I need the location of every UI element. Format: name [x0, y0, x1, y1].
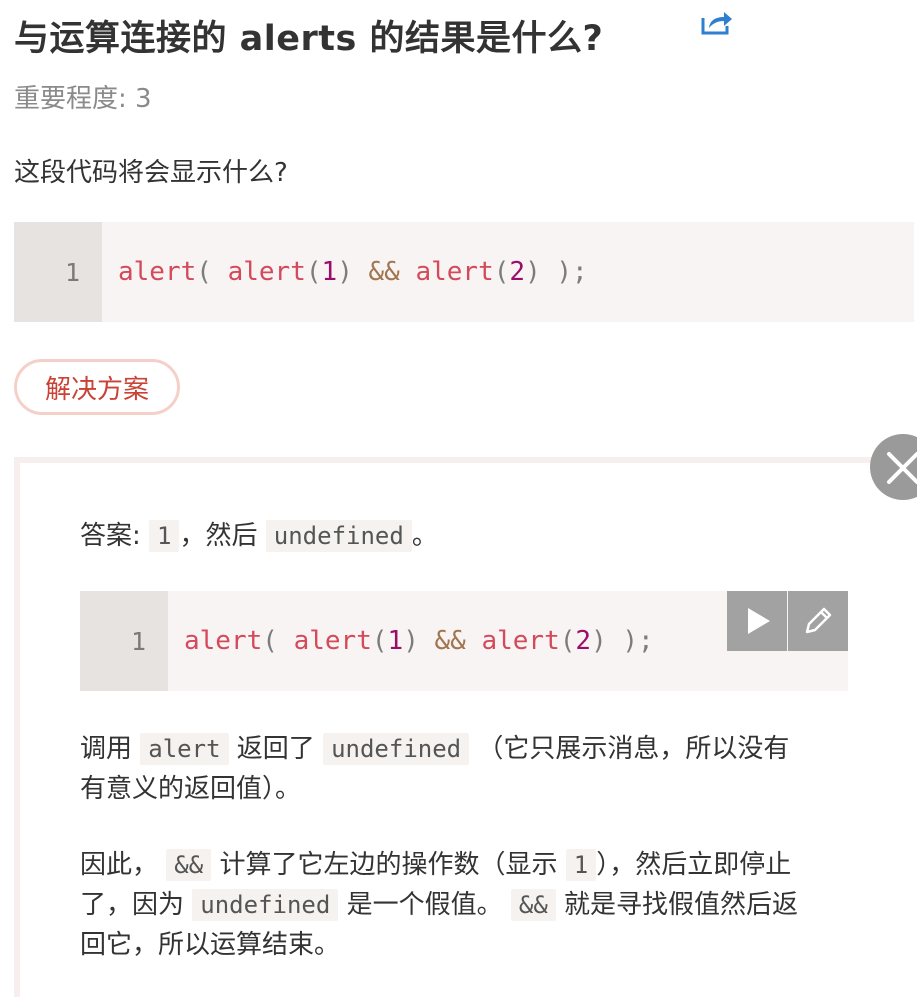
- code-token: alert: [118, 257, 197, 287]
- text-span: 因此，: [80, 850, 159, 880]
- code-token: (: [371, 626, 388, 656]
- task-question: 这段代码将会显示什么?: [14, 158, 288, 188]
- code-token: alert: [481, 626, 560, 656]
- code-token: (: [559, 626, 576, 656]
- code-token: 1: [321, 257, 338, 287]
- solution-button[interactable]: 解决方案: [14, 359, 180, 415]
- task-code-block: 1 alert( alert(1) && alert(2) );: [14, 222, 914, 322]
- code-token: alert: [184, 626, 263, 656]
- inline-code: &&: [166, 849, 212, 881]
- code-token: (: [305, 257, 322, 287]
- inline-code: undefined: [192, 889, 339, 921]
- answer-text: 答案: 1 ，然后 undefined。: [80, 516, 438, 556]
- code-token: (: [196, 257, 228, 287]
- code-token: ): [403, 626, 419, 656]
- explanation-paragraph: 调用 alert 返回了 undefined （它只展示消息，所以没有 有意义的…: [80, 729, 870, 809]
- code-token: 1: [387, 626, 404, 656]
- code-token: 2: [509, 257, 526, 287]
- importance-label: 重要程度: 3: [14, 84, 152, 114]
- page-title: 与运算连接的 alerts 的结果是什么?: [14, 19, 604, 59]
- inline-code: &&: [510, 889, 556, 921]
- code-token: ): [337, 257, 353, 287]
- code-token: alert: [227, 257, 306, 287]
- code-token: 2: [575, 626, 592, 656]
- answer-middle: ，然后: [179, 521, 258, 551]
- code-token: alert: [293, 626, 372, 656]
- inline-code: 1: [565, 849, 597, 881]
- text-span: 就是寻找假值然后返: [564, 890, 799, 920]
- text-span: ），然后立即停止: [596, 850, 792, 880]
- text-span: 回它，所以运算结束。: [80, 930, 341, 960]
- inline-code: 1: [149, 520, 180, 552]
- code-token: &&: [418, 626, 482, 656]
- line-number: 1: [80, 591, 168, 691]
- code-token: &&: [352, 257, 416, 287]
- code-token: );: [606, 626, 654, 656]
- text-span: 有意义的返回值）。: [80, 774, 302, 804]
- text-span: 调用: [80, 734, 133, 764]
- explanation-paragraph: 因此， && 计算了它左边的操作数（显示 1 ），然后立即停止 了，因为 unde…: [80, 845, 880, 965]
- line-number: 1: [14, 222, 102, 322]
- answer-suffix: 。: [411, 521, 438, 551]
- inline-code: alert: [140, 733, 229, 765]
- edit-button[interactable]: [788, 591, 848, 651]
- text-span: 是一个假值。: [346, 890, 503, 920]
- inline-code: undefined: [265, 520, 412, 552]
- code-token: ): [525, 257, 541, 287]
- code-token: (: [262, 626, 294, 656]
- code-line: alert( alert(1) && alert(2) );: [102, 222, 914, 322]
- code-token: ): [591, 626, 607, 656]
- text-span: 计算了它左边的操作数（显示: [219, 850, 558, 880]
- code-token: alert: [415, 257, 494, 287]
- answer-prefix: 答案:: [80, 521, 141, 551]
- share-icon[interactable]: [700, 8, 734, 36]
- pencil-icon: [805, 607, 832, 634]
- play-icon: [748, 608, 770, 634]
- text-span: 返回了: [236, 734, 315, 764]
- run-button[interactable]: [727, 591, 787, 651]
- text-span: （它只展示消息，所以没有: [477, 734, 790, 764]
- inline-code: undefined: [323, 733, 470, 765]
- text-span: 了，因为: [80, 890, 185, 920]
- code-token: (: [493, 257, 510, 287]
- code-token: );: [540, 257, 588, 287]
